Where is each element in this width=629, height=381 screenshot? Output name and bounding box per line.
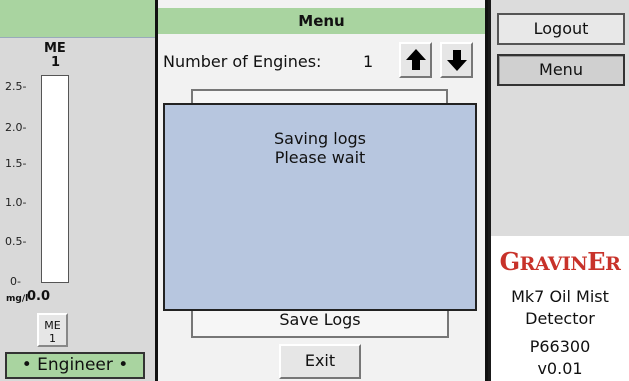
saving-logs-dialog: Saving logs Please wait bbox=[163, 103, 477, 311]
scale-tick: 1.5- bbox=[5, 157, 27, 170]
unit-label: mg/l bbox=[6, 294, 29, 304]
save-logs-button[interactable]: Save Logs bbox=[191, 307, 449, 338]
scale-tick: 1.0- bbox=[5, 196, 27, 209]
channel-header: ME bbox=[44, 41, 66, 56]
oil-mist-gauge-bar bbox=[41, 75, 69, 283]
dialog-message-line1: Saving logs bbox=[274, 129, 366, 148]
channel-number: 1 bbox=[51, 55, 61, 70]
me-channel-button[interactable]: ME 1 bbox=[37, 313, 68, 347]
exit-button[interactable]: Exit bbox=[279, 344, 361, 379]
scale-tick: 2.0- bbox=[5, 121, 27, 134]
menu-button[interactable]: Menu bbox=[497, 54, 625, 86]
me-channel-label: ME bbox=[44, 319, 61, 332]
graviner-logo: GRAVINER bbox=[499, 247, 621, 276]
firmware-version: v0.01 bbox=[537, 359, 583, 378]
user-role-badge: • Engineer • bbox=[5, 352, 145, 379]
logout-button[interactable]: Logout bbox=[497, 13, 625, 45]
dialog-message-line2: Please wait bbox=[274, 148, 366, 167]
arrow-down-icon bbox=[446, 50, 467, 71]
increment-engines-button[interactable] bbox=[399, 42, 432, 78]
product-name-line1: Mk7 Oil Mist bbox=[511, 287, 609, 306]
part-number: P66300 bbox=[529, 337, 591, 356]
product-name-line2: Detector bbox=[525, 309, 595, 328]
menu-title: Menu bbox=[158, 8, 485, 34]
arrow-up-icon bbox=[405, 49, 426, 70]
scale-tick: 0.5- bbox=[5, 235, 27, 248]
scale-tick: 2.5- bbox=[5, 80, 27, 93]
reading-value: 0.0 bbox=[27, 289, 51, 304]
decrement-engines-button[interactable] bbox=[440, 42, 473, 78]
left-header-bar bbox=[0, 0, 155, 38]
left-panel bbox=[0, 0, 155, 381]
engines-label: Number of Engines: bbox=[163, 52, 322, 71]
scale-tick: 0- bbox=[10, 275, 21, 288]
me-channel-number: 1 bbox=[49, 332, 56, 345]
engines-value: 1 bbox=[363, 52, 374, 71]
